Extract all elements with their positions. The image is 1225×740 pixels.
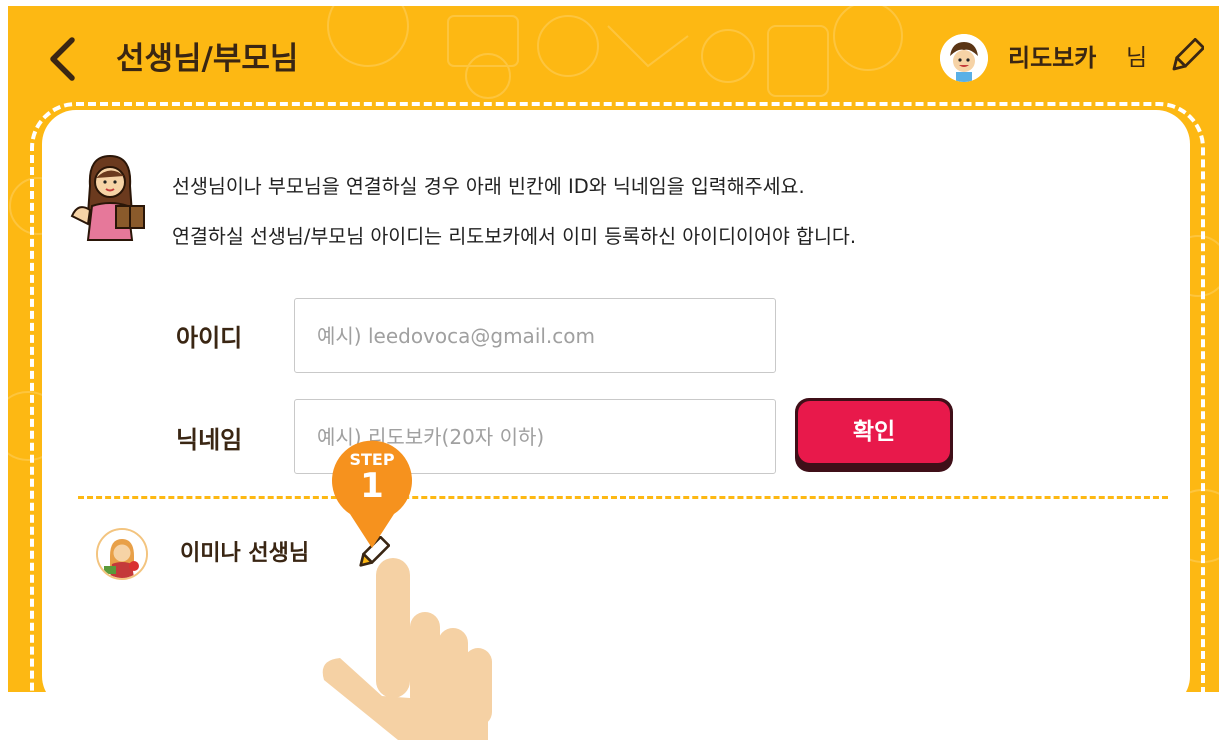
instruction-line-2: 연결하실 선생님/부모님 아이디는 리도보카에서 이미 등록하신 아이디이어야 … [172, 225, 857, 248]
section-divider [78, 496, 1168, 499]
id-input[interactable] [294, 298, 776, 373]
teacher-avatar [96, 528, 148, 580]
step-number: 1 [360, 466, 384, 506]
connected-teacher-name: 이미나 선생님 [180, 541, 310, 566]
back-button[interactable] [44, 34, 84, 84]
page-title: 선생님/부모님 [116, 41, 299, 77]
nickname-label: 닉네임 [176, 426, 243, 454]
step-marker: STEP 1 [330, 440, 414, 550]
instructions: 선생님이나 부모님을 연결하실 경우 아래 빈칸에 ID와 닉네임을 입력해주세… [172, 166, 856, 266]
teacher-illustration-icon [70, 154, 145, 241]
id-label: 아이디 [176, 324, 243, 352]
instruction-line-1: 선생님이나 부모님을 연결하실 경우 아래 빈칸에 ID와 닉네임을 입력해주세… [172, 175, 805, 198]
chevron-left-icon [50, 37, 75, 81]
avatar [940, 34, 988, 82]
teacher-avatar-icon [98, 530, 146, 578]
user-suffix: 님 [1126, 45, 1148, 71]
confirm-button-label: 확인 [798, 401, 950, 463]
pencil-icon [1172, 37, 1206, 71]
edit-user-button[interactable] [1168, 37, 1206, 76]
user-name: 리도보카 [1008, 44, 1097, 72]
boy-avatar-icon [940, 34, 988, 82]
pointing-hand-icon [322, 558, 492, 740]
header-bar: 선생님/부모님 리도보카 님 [8, 6, 1219, 106]
confirm-button[interactable]: 확인 [795, 398, 953, 472]
